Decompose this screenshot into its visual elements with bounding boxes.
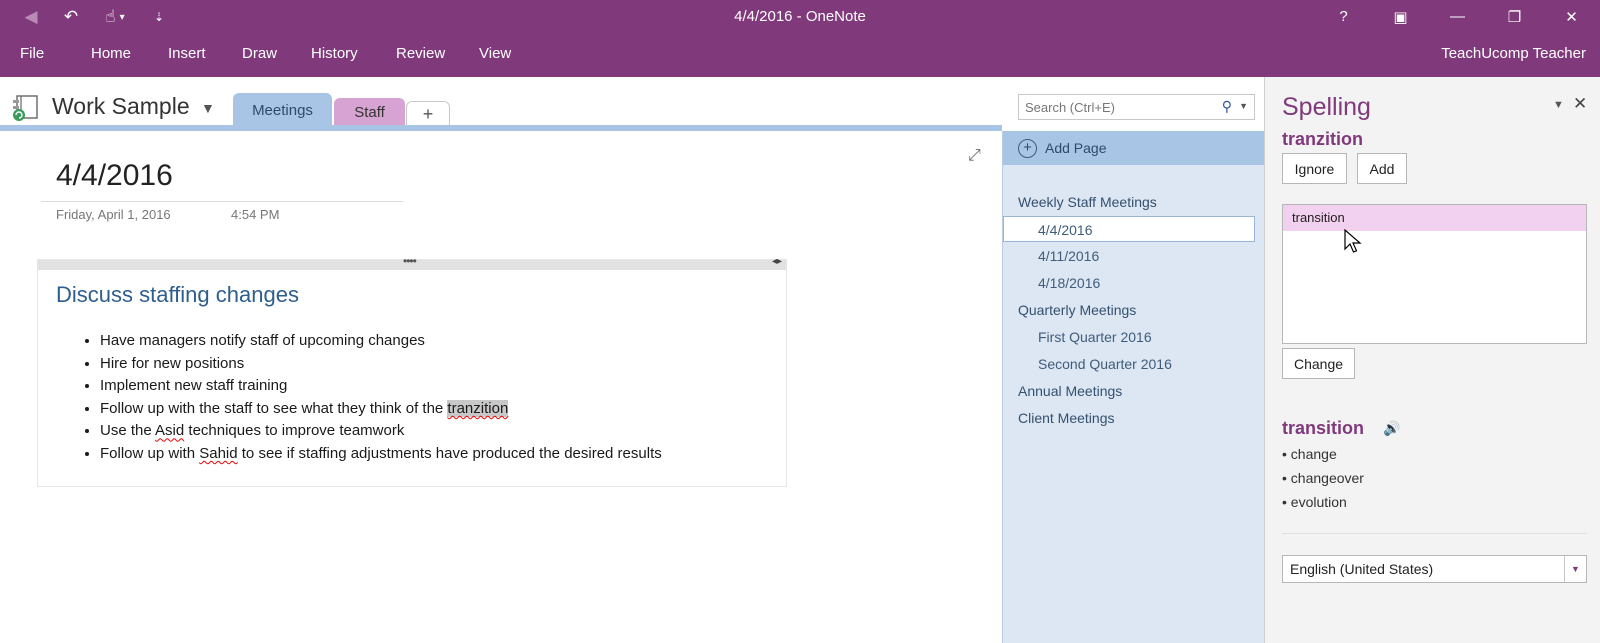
restore-button[interactable]: ❐: [1486, 0, 1543, 33]
ignore-button-label: Ignore: [1294, 160, 1335, 177]
page-date: Friday, April 1, 2016: [56, 207, 171, 222]
spelling-pane-title: Spelling: [1282, 93, 1371, 121]
tab-history[interactable]: History: [311, 45, 358, 62]
note-container[interactable]: •••• ◂▸ Discuss staffing changes Have ma…: [37, 254, 787, 487]
page-item-client-meetings[interactable]: Client Meetings: [1018, 405, 1115, 431]
title-underline: [41, 201, 403, 202]
list-item-text: Use the: [100, 422, 156, 440]
page-item-4-4-2016[interactable]: 4/4/2016: [1003, 216, 1255, 242]
language-select[interactable]: English (United States) ▼: [1282, 555, 1587, 583]
divider: [1282, 533, 1587, 534]
full-page-view-icon[interactable]: ⤢: [968, 147, 981, 165]
bullet-list: Have managers notify staff of upcoming c…: [100, 330, 780, 466]
mouse-pointer-icon: [1344, 229, 1362, 253]
definition-word: transition: [1282, 418, 1365, 438]
ribbon-tabs: File Home Insert Draw History Review Vie…: [0, 33, 1600, 77]
page-title[interactable]: 4/4/2016: [56, 159, 173, 193]
page-list: + Add Page Weekly Staff Meetings 4/4/201…: [1002, 131, 1265, 643]
ribbon-display-button[interactable]: ▣: [1372, 0, 1429, 33]
synonym-item: • change: [1282, 446, 1337, 462]
notebook-icon: [13, 95, 38, 121]
list-item-text: techniques to improve teamwork: [184, 422, 405, 440]
synonym-item: • changeover: [1282, 470, 1364, 486]
page-item-4-11-2016[interactable]: 4/11/2016: [1038, 243, 1099, 269]
add-section-button[interactable]: +: [406, 101, 450, 127]
speaker-icon[interactable]: 🔊: [1383, 420, 1400, 437]
section-tab-staff[interactable]: Staff: [334, 98, 405, 127]
title-bar: ◀ ↶ ☝ ▾ ⇣ 4/4/2016 - OneNote ? ▣ — ❐ ✕: [0, 0, 1600, 33]
list-item-text: Follow up with: [100, 444, 200, 462]
page-item-4-18-2016[interactable]: 4/18/2016: [1038, 270, 1100, 296]
minimize-button[interactable]: —: [1429, 0, 1486, 33]
change-button-label: Change: [1293, 355, 1344, 372]
search-placeholder: Search (Ctrl+E): [1025, 100, 1115, 115]
misspelled-word-label: tranzition: [1282, 129, 1363, 149]
synonym-text: evolution: [1290, 494, 1347, 510]
search-icon[interactable]: ⚲: [1222, 98, 1232, 115]
page-item-annual-meetings[interactable]: Annual Meetings: [1018, 378, 1122, 404]
tab-draw[interactable]: Draw: [242, 45, 277, 62]
container-handle[interactable]: •••• ◂▸: [38, 254, 786, 270]
ignore-button[interactable]: Ignore: [1282, 153, 1347, 184]
tab-insert[interactable]: Insert: [168, 45, 206, 62]
list-item[interactable]: Hire for new positions: [100, 353, 780, 376]
misspelled-word[interactable]: Sahid: [199, 445, 237, 462]
section-tab-meetings[interactable]: Meetings: [233, 93, 332, 127]
list-item[interactable]: Follow up with Sahid to see if staffing …: [100, 443, 780, 466]
user-account[interactable]: TeachUcomp Teacher: [1441, 45, 1586, 62]
search-input[interactable]: Search (Ctrl+E) ⚲ ▼: [1018, 94, 1255, 120]
synonym-item: • evolution: [1282, 494, 1347, 510]
resize-handle-icon[interactable]: ◂▸: [772, 256, 782, 267]
synonym-text: changeover: [1290, 470, 1364, 486]
misspelled-word-highlighted[interactable]: tranzition: [447, 399, 509, 417]
tab-home[interactable]: Home: [91, 45, 131, 62]
note-heading[interactable]: Discuss staffing changes: [56, 282, 299, 308]
language-value: English (United States): [1290, 561, 1434, 577]
window-controls: ? ▣ — ❐ ✕: [1315, 0, 1600, 33]
list-item[interactable]: Have managers notify staff of upcoming c…: [100, 330, 780, 353]
close-button[interactable]: ✕: [1543, 0, 1600, 33]
list-item[interactable]: Implement new staff training: [100, 375, 780, 398]
page-item-first-quarter-2016[interactable]: First Quarter 2016: [1038, 324, 1152, 350]
notebook-name[interactable]: Work Sample: [52, 93, 190, 120]
tab-view[interactable]: View: [479, 45, 511, 62]
change-button[interactable]: Change: [1282, 348, 1355, 379]
add-page-label: Add Page: [1045, 140, 1107, 156]
add-page-button[interactable]: + Add Page: [1003, 131, 1265, 165]
list-item-text: Follow up with the staff to see what the…: [100, 399, 448, 417]
notebook-dropdown-icon[interactable]: ▼: [201, 100, 215, 116]
search-scope-dropdown-icon[interactable]: ▼: [1239, 101, 1248, 111]
suggestions-list[interactable]: transition: [1282, 204, 1587, 344]
pane-close-icon[interactable]: ✕: [1573, 94, 1587, 114]
tab-file[interactable]: File: [20, 45, 44, 62]
add-word-button-label: Add: [1369, 160, 1395, 177]
language-dropdown-icon[interactable]: ▼: [1564, 556, 1586, 582]
pane-options-dropdown-icon[interactable]: ▼: [1553, 99, 1564, 111]
add-word-button[interactable]: Add: [1357, 153, 1407, 184]
spelling-pane: Spelling ▼ ✕ tranzition Ignore Add trans…: [1264, 77, 1600, 643]
synonym-text: change: [1290, 446, 1337, 462]
page-item-second-quarter-2016[interactable]: Second Quarter 2016: [1038, 351, 1172, 377]
page-item-quarterly-meetings[interactable]: Quarterly Meetings: [1018, 297, 1136, 323]
grip-icon[interactable]: ••••: [403, 254, 417, 268]
suggestion-item[interactable]: transition: [1283, 205, 1586, 231]
misspelled-word[interactable]: Asid: [155, 422, 184, 439]
page-item-weekly-staff-meetings[interactable]: Weekly Staff Meetings: [1018, 189, 1157, 215]
list-item[interactable]: Use the Asid techniques to improve teamw…: [100, 420, 780, 443]
list-item[interactable]: Follow up with the staff to see what the…: [100, 398, 780, 421]
page-time: 4:54 PM: [231, 207, 280, 222]
tab-review[interactable]: Review: [396, 45, 445, 62]
add-page-icon: +: [1018, 138, 1037, 158]
help-button[interactable]: ?: [1315, 0, 1372, 33]
list-item-text: to see if staffing adjustments have prod…: [237, 444, 662, 462]
